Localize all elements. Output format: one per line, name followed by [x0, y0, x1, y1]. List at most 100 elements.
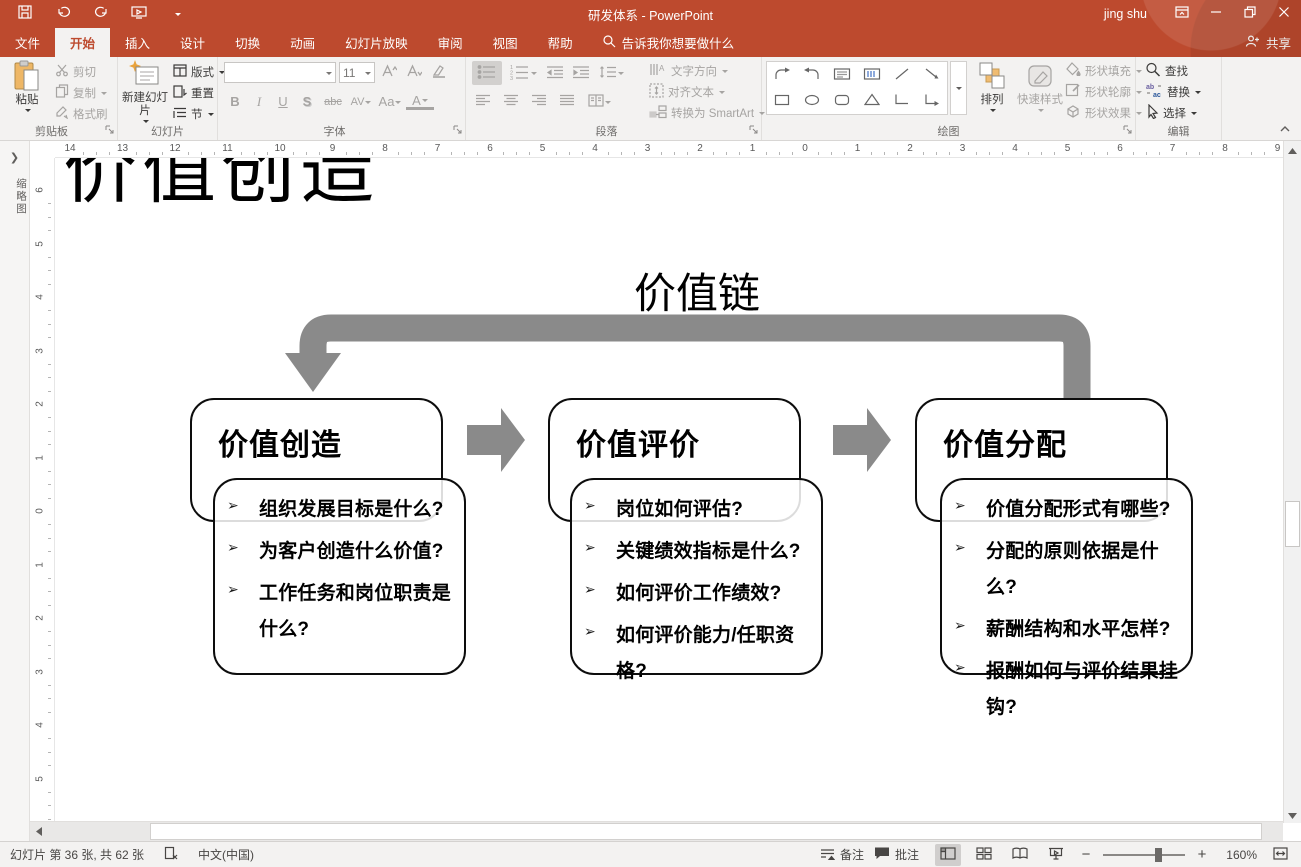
question-box-1[interactable]: ➢组织发展目标是什么?➢为客户创造什么价值?➢工作任务和岗位职责是什么? — [213, 478, 466, 675]
dialog-launcher-icon[interactable] — [105, 125, 114, 137]
start-slideshow-button[interactable] — [120, 0, 158, 28]
shapes-gallery-more-button[interactable] — [950, 61, 967, 115]
italic-button[interactable]: I — [248, 91, 270, 112]
triangle-icon[interactable] — [864, 93, 880, 109]
redo-button[interactable] — [82, 0, 120, 28]
scroll-left-button[interactable] — [30, 822, 48, 841]
new-slide-button[interactable]: 新建幻灯片 — [120, 60, 170, 124]
elbow-connector-icon[interactable] — [894, 93, 910, 109]
paste-button[interactable]: 粘贴 — [4, 60, 50, 124]
language-indicator[interactable]: 中文(中国) — [198, 846, 254, 863]
close-button[interactable] — [1267, 0, 1301, 28]
numbering-button[interactable]: 123 — [506, 63, 540, 84]
increase-indent-button[interactable] — [570, 63, 592, 84]
text-direction-button[interactable]: A文字方向 — [646, 60, 768, 81]
scroll-up-button[interactable] — [1284, 141, 1301, 158]
align-text-button[interactable]: 对齐文本 — [646, 81, 768, 102]
underline-button[interactable]: U — [272, 91, 294, 112]
font-size-combobox[interactable]: 11 — [339, 62, 375, 83]
normal-view-button[interactable] — [935, 844, 961, 866]
ribbon-display-options-button[interactable] — [1165, 0, 1199, 28]
vertical-scroll-thumb[interactable] — [1285, 501, 1300, 547]
decrease-indent-button[interactable] — [544, 63, 566, 84]
change-case-button[interactable]: Aa — [376, 91, 404, 112]
columns-button[interactable] — [584, 91, 614, 112]
convert-smartart-button[interactable]: 转换为 SmartArt — [646, 102, 768, 123]
feedback-loop-arrow[interactable] — [313, 328, 1077, 404]
question-box-3[interactable]: ➢价值分配形式有哪些?➢分配的原则依据是什么?➢薪酬结构和水平怎样?➢报酬如何与… — [940, 478, 1193, 675]
shape-fill-button[interactable]: 形状填充 — [1062, 60, 1145, 81]
tab-帮助[interactable]: 帮助 — [533, 28, 588, 57]
horizontal-scrollbar[interactable] — [30, 821, 1283, 841]
collapse-ribbon-button[interactable] — [1279, 124, 1291, 136]
right-arrow-1-icon[interactable] — [467, 408, 525, 472]
zoom-slider-thumb[interactable] — [1155, 848, 1162, 862]
cut-button[interactable]: 剪切 — [52, 61, 111, 82]
replace-button[interactable]: abac替换 — [1142, 81, 1204, 102]
dialog-launcher-icon[interactable] — [453, 125, 462, 137]
select-button[interactable]: 选择 — [1142, 102, 1204, 123]
notes-button[interactable]: 备注 — [820, 846, 864, 863]
question-box-2[interactable]: ➢岗位如何评估?➢关键绩效指标是什么?➢如何评价工作绩效?➢如何评价能力/任职资… — [570, 478, 823, 675]
tab-开始[interactable]: 开始 — [55, 28, 110, 57]
tab-幻灯片放映[interactable]: 幻灯片放映 — [330, 28, 423, 57]
line-spacing-button[interactable] — [596, 63, 626, 84]
increase-font-button[interactable] — [378, 62, 400, 83]
elbow-arrow-icon[interactable] — [924, 93, 940, 109]
shape-outline-button[interactable]: 形状轮廓 — [1062, 81, 1145, 102]
line-icon[interactable] — [894, 67, 910, 84]
dialog-launcher-icon[interactable] — [1123, 125, 1132, 137]
copy-button[interactable]: 复制 — [52, 82, 111, 103]
find-button[interactable]: 查找 — [1142, 60, 1204, 81]
bold-button[interactable]: B — [224, 91, 246, 112]
text-shadow-button[interactable]: S — [296, 91, 318, 112]
curved-right-arrow-icon[interactable] — [773, 67, 791, 84]
minimize-button[interactable] — [1199, 0, 1233, 28]
account-name[interactable]: jing shu — [1104, 7, 1147, 21]
vertical-scrollbar[interactable] — [1283, 141, 1301, 823]
tab-设计[interactable]: 设计 — [165, 28, 220, 57]
zoom-in-button[interactable]: + — [1195, 846, 1209, 863]
oval-icon[interactable] — [804, 94, 820, 109]
slide-sorter-view-button[interactable] — [971, 844, 997, 866]
tab-视图[interactable]: 视图 — [478, 28, 533, 57]
tab-文件[interactable]: 文件 — [0, 28, 55, 57]
u-turn-arrow-icon[interactable] — [803, 67, 821, 84]
justify-button[interactable] — [556, 91, 578, 112]
rect-icon[interactable] — [774, 94, 790, 109]
align-center-button[interactable] — [500, 91, 522, 112]
tab-审阅[interactable]: 审阅 — [423, 28, 478, 57]
undo-button[interactable] — [44, 0, 82, 28]
customize-qat-button[interactable] — [158, 0, 196, 28]
font-color-button[interactable]: A — [406, 93, 434, 110]
expand-thumbnails-button[interactable]: ❯ — [0, 151, 29, 164]
tell-me-search[interactable]: 告诉我你想要做什么 — [602, 28, 735, 57]
textbox-icon[interactable] — [833, 67, 851, 84]
comments-button[interactable]: 批注 — [874, 846, 919, 863]
scroll-down-button[interactable] — [1284, 806, 1301, 823]
horizontal-scroll-thumb[interactable] — [150, 823, 1262, 840]
character-spacing-button[interactable]: AV — [348, 91, 374, 112]
fit-to-window-button[interactable] — [1267, 844, 1293, 866]
restore-button[interactable] — [1233, 0, 1267, 28]
accessibility-indicator[interactable] — [164, 846, 178, 863]
shape-effects-button[interactable]: 形状效果 — [1062, 102, 1145, 123]
font-name-combobox[interactable] — [224, 62, 336, 83]
clear-formatting-button[interactable] — [428, 62, 450, 83]
reading-view-button[interactable] — [1007, 844, 1033, 866]
tab-动画[interactable]: 动画 — [275, 28, 330, 57]
format-painter-button[interactable]: 格式刷 — [52, 103, 111, 124]
zoom-level[interactable]: 160% — [1219, 848, 1257, 862]
strikethrough-button[interactable]: abc — [320, 91, 346, 112]
slide-number-indicator[interactable]: 幻灯片 第 36 张, 共 62 张 — [10, 846, 144, 863]
right-arrow-2-icon[interactable] — [833, 408, 891, 472]
slideshow-view-button[interactable] — [1043, 844, 1069, 866]
slide-canvas[interactable]: 价值创造 价值链 价值创造➢组织发展目标是什么?➢为客户创造什么价值?➢工作任务… — [55, 158, 1283, 821]
shapes-gallery[interactable] — [766, 61, 948, 115]
save-button[interactable] — [6, 0, 44, 28]
tab-切换[interactable]: 切换 — [220, 28, 275, 57]
arrow-line-icon[interactable] — [924, 67, 940, 84]
decrease-font-button[interactable] — [403, 62, 425, 83]
vertical-textbox-icon[interactable] — [863, 67, 881, 84]
arrange-button[interactable]: 排列 — [972, 60, 1012, 124]
